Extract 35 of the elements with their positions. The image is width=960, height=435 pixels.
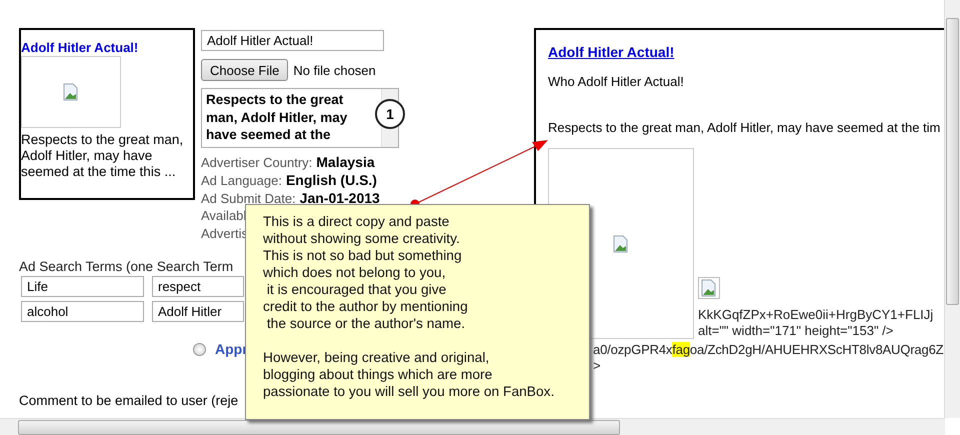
search-term-field[interactable]: Adolf Hitler (152, 301, 244, 322)
title-field[interactable]: Adolf Hitler Actual! (201, 30, 384, 51)
comment-label: Comment to be emailed to user (reje (19, 393, 238, 409)
code-text: a0/ozpGPR4xfagoa/ZchD2gH/AHUEHRXScHT8lv8AUQrag6Z (593, 342, 944, 358)
approve-label[interactable]: Appr (215, 341, 248, 357)
horizontal-scrollbar[interactable] (0, 418, 945, 435)
annotation-marker: 1 (375, 99, 405, 129)
code-text: alt="" width="171" height="153" /> (698, 323, 894, 339)
broken-image-icon (613, 234, 629, 252)
detail-label: Ad Submit Date: (201, 191, 296, 206)
preview-subtitle: Who Adolf Hitler Actual! (548, 73, 685, 91)
detail-value: English (U.S.) (286, 172, 377, 188)
preview-title[interactable]: Adolf Hitler Actual! (548, 43, 944, 61)
search-terms-label: Ad Search Terms (one Search Term (19, 259, 234, 275)
file-status: No file chosen (293, 62, 376, 78)
code-text: KkKGqfZPx+RoEwe0ii+HrgByCY1+FLIJj (698, 307, 934, 323)
broken-image-icon (698, 277, 720, 299)
detail-value: Jan-01-2013 (300, 190, 380, 206)
callout-text: However, being creative and original, blogging about things which are more passionate to you will sell you more on FanBox. (263, 349, 556, 400)
detail-label: Ad Language: (201, 173, 282, 188)
detail-value: Malaysia (316, 154, 375, 170)
detail-label: Advertiser Country: (201, 155, 312, 170)
callout-text: This is a direct copy and paste without showing some creativity. This is not so bad but something which does not belong to you, it is encouraged that you give credit to the author by mentioning the source or the author's name. (263, 213, 469, 332)
detail-label: Availabl (201, 208, 246, 223)
radio-button[interactable] (193, 342, 206, 356)
broken-image-icon (63, 83, 79, 101)
preview-text: Respects to the great man, Adolf Hitler, may have seemed at the tim (548, 119, 942, 137)
search-term-field[interactable]: respect (152, 276, 244, 297)
vertical-scrollbar[interactable] (944, 0, 960, 418)
search-term-field[interactable]: Life (21, 276, 144, 297)
ad-title[interactable]: Adolf Hitler Actual! (21, 40, 193, 56)
choose-file-button[interactable]: Choose File (201, 59, 288, 81)
ad-description: Respects to the great man, Adolf Hitler, may have seemed at the time this ... (21, 132, 184, 180)
search-term-field[interactable]: alcohol (21, 301, 144, 322)
code-text: > (593, 358, 602, 374)
